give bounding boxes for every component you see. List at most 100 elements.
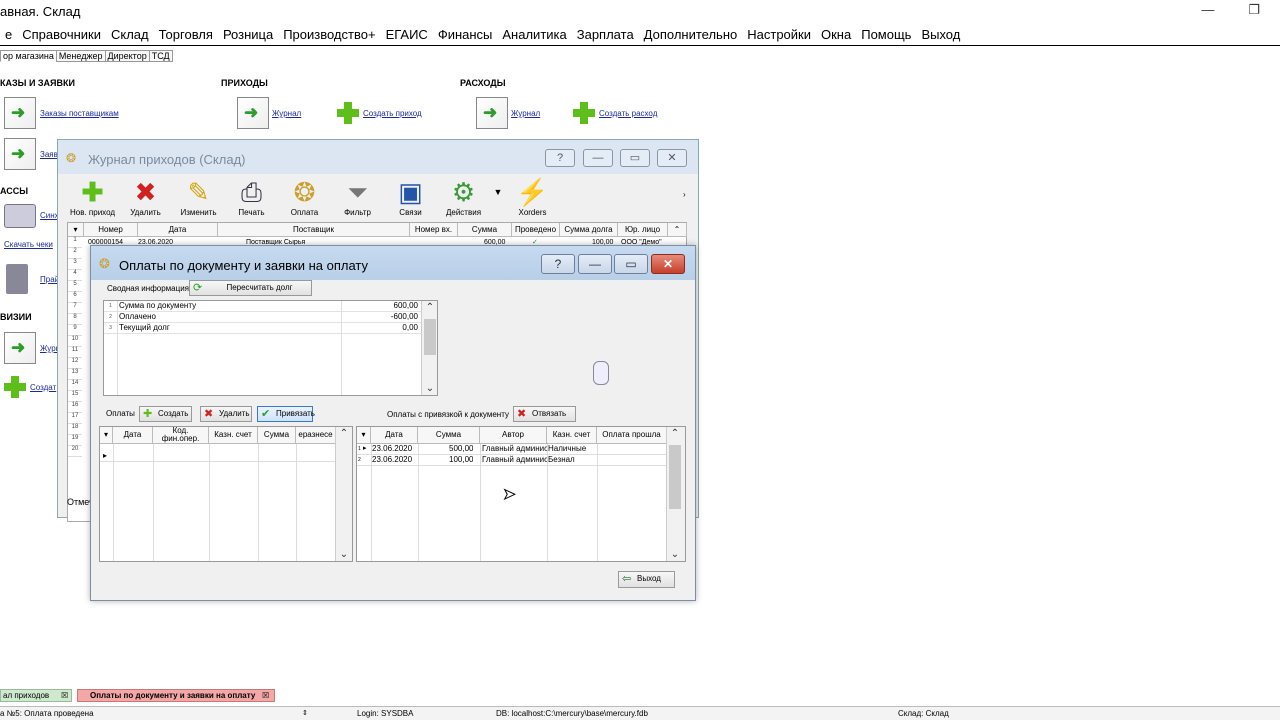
cash-sync-link[interactable]: Синх: [40, 211, 59, 220]
incoming-journal-link[interactable]: Журнал: [272, 109, 301, 118]
toolbar-overflow-icon[interactable]: ›: [683, 190, 686, 199]
menu-item-windows[interactable]: Окна: [816, 26, 856, 46]
column-header-sum[interactable]: Сумма: [258, 427, 296, 444]
column-header-date[interactable]: Дата: [371, 427, 418, 444]
chevron-down-icon[interactable]: ⌄: [422, 383, 438, 394]
menu-item-analytics[interactable]: Аналитика: [497, 26, 571, 46]
column-header-legal-entity[interactable]: Юр. лицо: [618, 223, 668, 237]
download-receipts-link[interactable]: Скачать чеки: [4, 240, 53, 249]
tab-store-operator[interactable]: ор магазина: [0, 50, 57, 62]
outgoing-journal-link[interactable]: Журнал: [511, 109, 540, 118]
tab-tsd[interactable]: ТСД: [148, 50, 173, 62]
summary-row[interactable]: 2 Оплачено -600,00: [104, 312, 422, 323]
table-row[interactable]: 2 23.06.2020 100,00 Главный админист Без…: [357, 455, 667, 466]
column-header-number[interactable]: Номер: [84, 223, 138, 237]
filter-button[interactable]: ⏷ Фильтр: [331, 176, 384, 220]
requests-doc-icon[interactable]: [4, 138, 36, 170]
column-header-debt[interactable]: Сумма долга: [560, 223, 618, 237]
menu-item-warehouse[interactable]: Склад: [106, 26, 154, 46]
maximize-icon[interactable]: ▭: [614, 254, 648, 274]
payment-button[interactable]: ❂ Оплата: [278, 176, 331, 220]
orders-doc-icon[interactable]: [4, 97, 36, 129]
chevron-down-icon[interactable]: ⌄: [336, 549, 352, 560]
outgoing-journal-icon[interactable]: [476, 97, 508, 129]
summary-scrollbar[interactable]: ⌃ ⌄: [421, 301, 437, 395]
tab-payments-dialog[interactable]: Оплаты по документу и заявки на оплату ☒: [77, 689, 275, 702]
print-button[interactable]: ⎙ Печать: [225, 176, 278, 220]
column-header-sum[interactable]: Сумма: [418, 427, 480, 444]
maximize-icon[interactable]: ▭: [620, 149, 650, 167]
close-icon[interactable]: ☒: [262, 690, 269, 701]
linked-payments-scrollbar[interactable]: ⌃ ⌄: [666, 427, 685, 561]
column-header-date[interactable]: Дата: [113, 427, 153, 444]
column-header-author[interactable]: Автор: [480, 427, 547, 444]
chevron-up-icon[interactable]: ⌃: [422, 302, 438, 313]
tab-incoming-journal[interactable]: ал приходов ☒: [0, 689, 72, 702]
close-icon[interactable]: ✕: [651, 254, 685, 274]
summary-row[interactable]: 1 Сумма по документу 600,00: [104, 301, 422, 312]
grid-menu-icon[interactable]: ▾: [100, 427, 113, 444]
journal-titlebar[interactable]: ❂ Журнал приходов (Склад) ? — ▭ ✕: [58, 140, 698, 174]
column-header-supplier[interactable]: Поставщик: [218, 223, 410, 237]
bind-payment-button[interactable]: ✔ Привязать: [257, 406, 315, 422]
chevron-up-icon[interactable]: ⌃: [667, 428, 683, 439]
scales-icon[interactable]: [6, 264, 28, 294]
close-icon[interactable]: ☒: [61, 690, 68, 701]
create-outgoing-plus-icon[interactable]: [573, 102, 595, 124]
menu-item-production[interactable]: Производство+: [278, 26, 380, 46]
menu-item-salary[interactable]: Зарплата: [572, 26, 639, 46]
incoming-journal-icon[interactable]: [237, 97, 269, 129]
column-header-fin-op-code[interactable]: Код. фин.опер.: [153, 427, 209, 444]
menu-item-exit[interactable]: Выход: [916, 26, 965, 46]
supplier-orders-link[interactable]: Заказы поставщикам: [40, 109, 119, 118]
help-icon[interactable]: ?: [541, 254, 575, 274]
column-header-treasury-account[interactable]: Казн. счет: [209, 427, 258, 444]
column-header-unallocated[interactable]: еразнесе: [296, 427, 336, 444]
cash-register-icon[interactable]: [4, 204, 36, 228]
create-incoming-link[interactable]: Создать приход: [363, 109, 422, 118]
actions-button[interactable]: ⚙ Действия: [437, 176, 490, 220]
unbind-payment-button[interactable]: ✖ Отвязать: [513, 406, 576, 422]
help-icon[interactable]: ?: [545, 149, 575, 167]
summary-row[interactable]: 3 Текущий долг 0,00: [104, 323, 422, 334]
column-header-treasury-account[interactable]: Казн. счет: [547, 427, 597, 444]
scroll-up-icon[interactable]: ⌃: [668, 223, 687, 237]
create-payment-button[interactable]: ✚ Создать: [139, 406, 192, 422]
menu-item-settings[interactable]: Настройки: [742, 26, 816, 46]
chevron-down-icon[interactable]: ⌄: [667, 549, 683, 560]
links-button[interactable]: ▣ Связи: [384, 176, 437, 220]
requests-link[interactable]: Заяв: [40, 150, 58, 159]
column-header-date[interactable]: Дата: [138, 223, 218, 237]
new-row[interactable]: ▸: [100, 451, 336, 462]
minimize-icon[interactable]: —: [583, 149, 613, 167]
column-header-incoming-number[interactable]: Номер вх.: [410, 223, 458, 237]
new-incoming-button[interactable]: ✚ Нов. приход: [66, 176, 119, 220]
status-scroll-icon[interactable]: ⇕: [302, 709, 308, 717]
chevron-up-icon[interactable]: ⌃: [336, 428, 352, 439]
create-revision-link[interactable]: Создат: [30, 383, 56, 392]
grid-menu-icon[interactable]: ▾: [357, 427, 371, 444]
minimize-icon[interactable]: —: [578, 254, 612, 274]
recalculate-debt-button[interactable]: ⟳ Пересчитать долг: [189, 280, 312, 296]
column-header-posted[interactable]: Проведено: [512, 223, 560, 237]
revision-journal-icon[interactable]: [4, 332, 36, 364]
menu-item-file[interactable]: е: [0, 26, 17, 46]
delete-payment-button[interactable]: ✖ Удалить: [200, 406, 252, 422]
minimize-icon[interactable]: —: [1201, 2, 1214, 18]
tab-manager[interactable]: Менеджер: [55, 50, 106, 62]
create-revision-plus-icon[interactable]: [4, 376, 26, 398]
dialog-titlebar[interactable]: ❂ Оплаты по документу и заявки на оплату…: [91, 246, 695, 280]
xorders-button[interactable]: ⚡ Xorders: [506, 176, 559, 220]
tab-director[interactable]: Директор: [104, 50, 150, 62]
menu-item-retail[interactable]: Розница: [218, 26, 278, 46]
close-icon[interactable]: ✕: [657, 149, 687, 167]
column-header-payment-passed[interactable]: Оплата прошла: [597, 427, 667, 444]
table-row[interactable]: 1 ▸ 23.06.2020 500,00 Главный админист Н…: [357, 444, 667, 455]
menu-item-finance[interactable]: Финансы: [433, 26, 498, 46]
actions-dropdown[interactable]: ▼: [490, 176, 506, 220]
restore-icon[interactable]: ❐: [1248, 2, 1260, 18]
payments-scrollbar[interactable]: ⌃ ⌄: [335, 427, 352, 561]
create-outgoing-link[interactable]: Создать расход: [599, 109, 657, 118]
create-incoming-plus-icon[interactable]: [337, 102, 359, 124]
menu-item-trade[interactable]: Торговля: [154, 26, 218, 46]
